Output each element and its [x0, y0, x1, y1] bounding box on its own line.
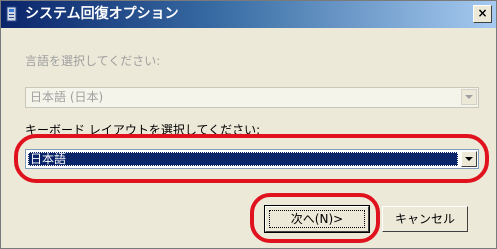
- keyboard-layout-label: キーボード レイアウトを選択してください:: [25, 123, 261, 137]
- language-select-value: 日本語 (日本): [30, 90, 104, 104]
- selection-highlight: [28, 152, 458, 166]
- title-bar[interactable]: システム回復オプション ×: [1, 1, 496, 28]
- chevron-down-icon: [465, 157, 473, 161]
- language-select: 日本語 (日本): [25, 87, 479, 108]
- cancel-button[interactable]: キャンセル: [382, 206, 468, 232]
- chevron-down-icon: [465, 95, 473, 99]
- close-icon: ×: [477, 6, 488, 20]
- language-dropdown-button: [461, 89, 477, 105]
- close-button[interactable]: ×: [473, 5, 492, 23]
- dialog-window: システム回復オプション × 言語を選択してください: 日本語 (日本) キーボー…: [0, 0, 497, 249]
- language-label: 言語を選択してください:: [25, 54, 161, 68]
- keyboard-layout-select-value: 日本語: [30, 152, 67, 166]
- window-title: システム回復オプション: [25, 6, 179, 22]
- system-recovery-icon: [6, 6, 17, 22]
- next-button[interactable]: 次へ(N)>: [264, 205, 370, 233]
- next-button-label: 次へ(N)>: [269, 210, 365, 228]
- keyboard-layout-dropdown-button[interactable]: [461, 151, 477, 167]
- keyboard-layout-select[interactable]: 日本語: [25, 149, 479, 169]
